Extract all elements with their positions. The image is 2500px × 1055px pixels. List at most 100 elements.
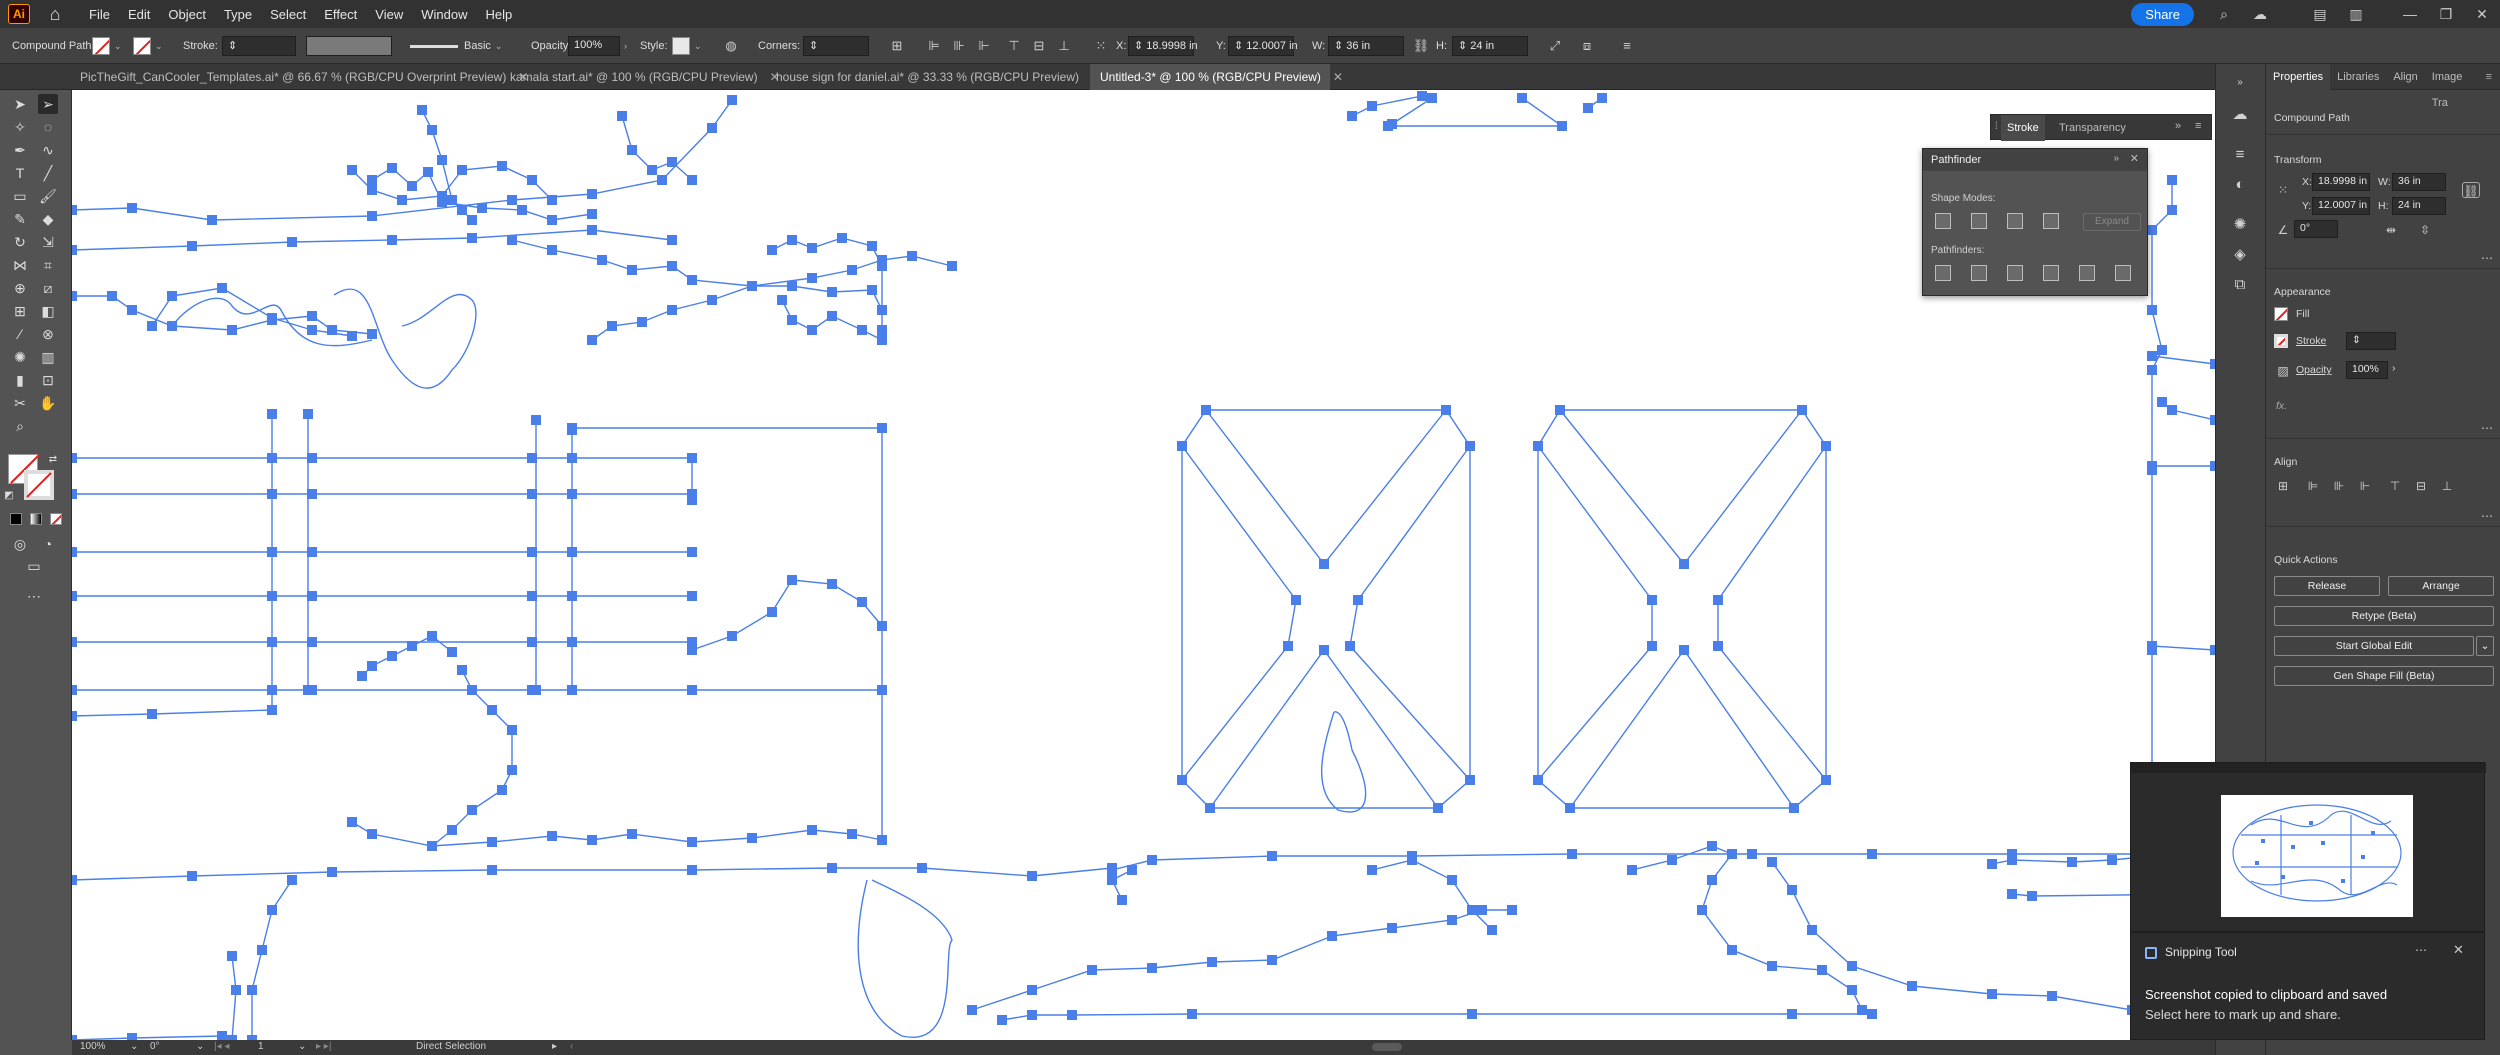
- align-right-icon[interactable]: ⊩: [975, 38, 993, 54]
- tab-kamala[interactable]: kamala start.ai* @ 100 % (RGB/CPU Previe…: [500, 64, 780, 90]
- isolate-icon[interactable]: ⧈: [1578, 38, 1596, 54]
- transform-icon[interactable]: ⤢: [1546, 38, 1564, 54]
- align-bottom-icon[interactable]: ⊥: [2438, 478, 2456, 494]
- scroll-left-icon[interactable]: ‹: [570, 1041, 573, 1052]
- w-field[interactable]: 36 in: [2392, 173, 2446, 191]
- constrain-proportions-icon[interactable]: ⛓: [2462, 182, 2480, 198]
- edit-toolbar-icon[interactable]: ⋯: [24, 586, 44, 606]
- menu-window[interactable]: Window: [412, 7, 476, 22]
- symbol-sprayer-tool-icon[interactable]: ✺: [10, 347, 30, 367]
- global-edit-options-icon[interactable]: ⌄: [2476, 636, 2494, 656]
- variable-width-field[interactable]: [306, 36, 392, 56]
- snipping-thumbnail-window[interactable]: [2130, 762, 2486, 932]
- panel-menu-icon[interactable]: ≡: [2195, 120, 2201, 132]
- stroke-swatch[interactable]: ⌄: [133, 36, 163, 56]
- menu-edit[interactable]: Edit: [119, 7, 159, 22]
- opacity-field[interactable]: 100% ›: [568, 36, 627, 56]
- h-field[interactable]: 24 in: [2392, 197, 2446, 215]
- tab-image-trace[interactable]: Image Tra: [2425, 64, 2486, 109]
- align-left-icon[interactable]: ⊫: [925, 38, 943, 54]
- horizontal-scrollbar[interactable]: [1372, 1043, 1402, 1051]
- close-tab-icon[interactable]: ✕: [1333, 70, 1343, 84]
- x-field[interactable]: ⇕ 18.9998 in: [1128, 36, 1198, 56]
- shaper-tool-icon[interactable]: ✎: [10, 209, 30, 229]
- trim-icon[interactable]: [1971, 265, 1987, 281]
- align-hcenter-icon[interactable]: ⊪: [2330, 478, 2348, 494]
- tab-align[interactable]: Align: [2386, 64, 2424, 90]
- bar-graph-tool-icon[interactable]: ▮: [10, 370, 30, 390]
- selection-tool-icon[interactable]: ➤: [10, 94, 30, 114]
- minimize-icon[interactable]: —: [2398, 4, 2422, 24]
- fx-button[interactable]: fx.: [2276, 400, 2287, 412]
- angle-field[interactable]: 0°: [2294, 220, 2338, 238]
- menu-type[interactable]: Type: [215, 7, 261, 22]
- snipping-notification[interactable]: Snipping Tool ⋯ ✕ Screenshot copied to c…: [2130, 932, 2485, 1040]
- paintbrush-tool-icon[interactable]: 🖌: [38, 186, 58, 206]
- stroke-swatch[interactable]: [2274, 334, 2288, 348]
- corners-field[interactable]: ⇕: [803, 36, 869, 56]
- fill-swatch[interactable]: ⌄: [92, 36, 122, 56]
- align-to-icon[interactable]: ⊞: [2274, 478, 2292, 494]
- arrange-documents-icon[interactable]: ▤: [2308, 4, 2332, 24]
- reference-point-icon[interactable]: ⁙: [1092, 38, 1110, 54]
- blend-tool-icon[interactable]: ⊗: [38, 324, 58, 344]
- tab-stroke[interactable]: Stroke: [2001, 115, 2045, 141]
- status-arrow-icon[interactable]: ▸: [552, 1041, 557, 1052]
- shape-builder-tool-icon[interactable]: ⊕: [10, 278, 30, 298]
- maximize-icon[interactable]: ❐: [2434, 4, 2458, 24]
- artboard-dropdown-icon[interactable]: ⌄: [298, 1041, 306, 1052]
- hand-tool-icon[interactable]: ✋: [38, 393, 58, 413]
- stroke-weight-field[interactable]: ⇕: [222, 36, 296, 56]
- perspective-grid-tool-icon[interactable]: ⧄: [38, 278, 58, 298]
- retype-button[interactable]: Retype (Beta): [2274, 606, 2494, 626]
- type-tool-icon[interactable]: T: [10, 163, 30, 183]
- collapse-dock-icon[interactable]: »: [2229, 72, 2251, 94]
- h-field[interactable]: ⇕ 24 in: [1452, 36, 1528, 56]
- tab-cancooler[interactable]: PicTheGift_CanCooler_Templates.ai* @ 66.…: [70, 64, 528, 90]
- menu-select[interactable]: Select: [261, 7, 315, 22]
- graphic-style-swatch[interactable]: ⌄: [672, 36, 702, 56]
- more-options-icon[interactable]: ≡: [1618, 38, 1636, 54]
- stroke-dock-icon[interactable]: ≡: [2229, 144, 2251, 166]
- first-artboard-icon[interactable]: |◂ ◂: [214, 1041, 229, 1052]
- gradient-tool-icon[interactable]: ◧: [38, 301, 58, 321]
- menu-effect[interactable]: Effect: [315, 7, 366, 22]
- eyedropper-tool-icon[interactable]: ⁄: [10, 324, 30, 344]
- selected-artwork[interactable]: [72, 90, 2215, 1040]
- recolor-icon[interactable]: ◍: [722, 38, 740, 54]
- more-appearance-icon[interactable]: ⋯: [2478, 420, 2496, 436]
- tab-properties[interactable]: Properties: [2266, 63, 2331, 90]
- gripper-icon[interactable]: ⁞: [1995, 121, 1998, 132]
- y-field[interactable]: 12.0007 in: [2312, 197, 2370, 215]
- artboard-number[interactable]: 1: [258, 1041, 264, 1052]
- flip-horizontal-icon[interactable]: ⇹: [2382, 222, 2400, 238]
- zoom-tool-icon[interactable]: ⌕: [10, 416, 30, 436]
- stroke-color-box[interactable]: [24, 470, 54, 500]
- more-transform-icon[interactable]: ⋯: [2478, 250, 2496, 266]
- color-mode-icon[interactable]: [10, 513, 22, 525]
- rotate-tool-icon[interactable]: ↻: [10, 232, 30, 252]
- swap-fill-stroke-icon[interactable]: ⇄: [46, 450, 60, 470]
- mesh-tool-icon[interactable]: ⊞: [10, 301, 30, 321]
- default-colors-icon[interactable]: ◩: [2, 486, 16, 506]
- screen-mode-icon[interactable]: ▭: [24, 556, 44, 576]
- start-global-edit-button[interactable]: Start Global Edit: [2274, 636, 2474, 656]
- appearance-dock-icon[interactable]: ✺: [2229, 214, 2251, 236]
- libraries-dock-icon[interactable]: ☁: [2229, 104, 2251, 126]
- x-field[interactable]: 18.9998 in: [2312, 173, 2370, 191]
- artboards-dock-icon[interactable]: ⧉: [2229, 274, 2251, 296]
- crop-icon[interactable]: [2043, 265, 2059, 281]
- align-vcenter-icon[interactable]: ⊟: [2412, 478, 2430, 494]
- release-button[interactable]: Release: [2274, 576, 2380, 596]
- close-icon[interactable]: ✕: [2470, 4, 2494, 24]
- scale-tool-icon[interactable]: ⇲: [38, 232, 58, 252]
- align-left-icon[interactable]: ⊫: [2304, 478, 2322, 494]
- share-button[interactable]: Share: [2131, 2, 2194, 26]
- artboard-canvas[interactable]: [72, 90, 2215, 1040]
- close-panel-icon[interactable]: ✕: [2130, 152, 2139, 165]
- direct-selection-tool-icon[interactable]: ➢: [38, 94, 58, 114]
- intersect-icon[interactable]: [2007, 213, 2023, 229]
- expand-panel-icon[interactable]: »: [2175, 120, 2181, 132]
- free-transform-tool-icon[interactable]: ⌗: [38, 255, 58, 275]
- align-top-icon[interactable]: ⊤: [1005, 38, 1023, 54]
